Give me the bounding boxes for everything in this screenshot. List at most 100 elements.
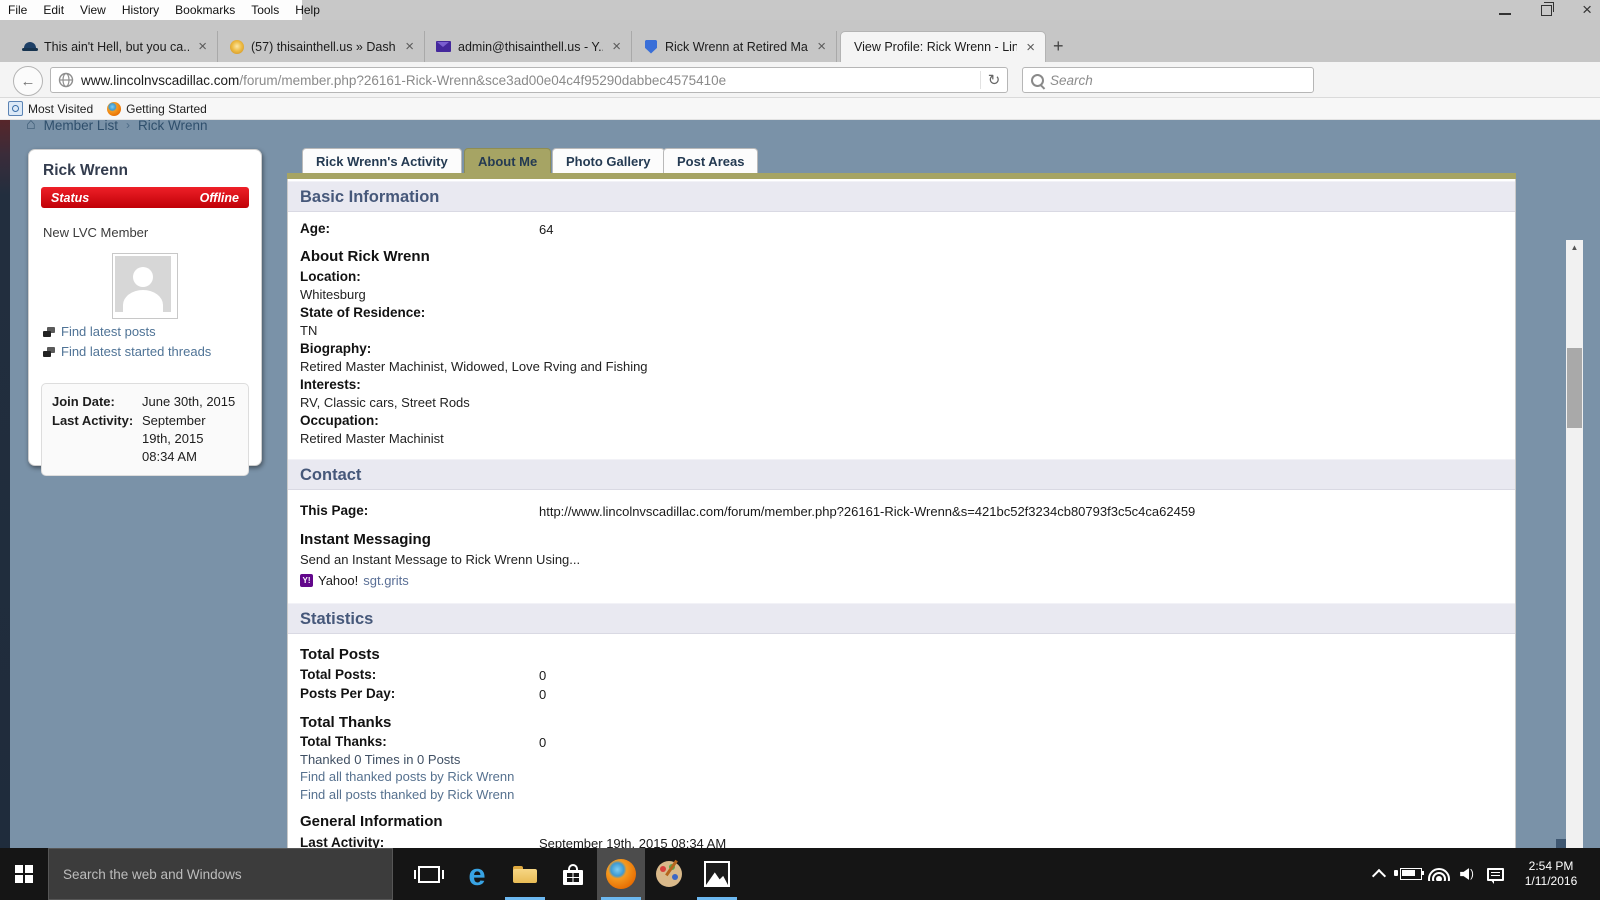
find-latest-threads-link[interactable]: Find latest started threads xyxy=(43,344,249,359)
tab-activity[interactable]: Rick Wrenn's Activity xyxy=(302,148,462,173)
photos-icon xyxy=(704,861,730,887)
tab-close-icon[interactable]: × xyxy=(609,38,624,55)
browser-tab-4[interactable]: Rick Wrenn at Retired Mas... × xyxy=(636,31,837,62)
last-activity-label: Last Activity: xyxy=(52,413,134,428)
task-view-button[interactable] xyxy=(405,848,453,900)
menu-tools[interactable]: Tools xyxy=(251,3,279,17)
tab-photo-gallery[interactable]: Photo Gallery xyxy=(552,148,665,173)
start-button[interactable] xyxy=(0,848,48,900)
status-banner: Status Offline xyxy=(41,187,249,208)
bookmark-most-visited[interactable]: Most Visited xyxy=(8,101,93,116)
interests-label: Interests: xyxy=(300,377,361,392)
member-title: New LVC Member xyxy=(43,225,149,240)
yahoo-label: Yahoo! xyxy=(318,573,359,588)
back-button[interactable]: ← xyxy=(13,66,43,96)
section-header-contact: Contact xyxy=(288,459,1515,490)
interests-value: RV, Classic cars, Street Rods xyxy=(300,395,470,410)
wifi-icon[interactable] xyxy=(1426,848,1452,900)
this-page-url: http://www.lincolnvscadillac.com/forum/m… xyxy=(539,504,1196,519)
menu-bar: File Edit View History Bookmarks Tools H… xyxy=(0,0,320,20)
state-value: TN xyxy=(300,323,318,338)
tab-close-icon[interactable]: × xyxy=(402,38,417,55)
tab-post-areas[interactable]: Post Areas xyxy=(663,148,759,173)
location-label: Location: xyxy=(300,269,361,284)
new-tab-button[interactable]: + xyxy=(1053,36,1064,57)
taskbar-clock[interactable]: 2:54 PM 1/11/2016 xyxy=(1508,859,1594,889)
scroll-up-icon[interactable]: ▲ xyxy=(1566,240,1583,255)
tab-about-me[interactable]: About Me xyxy=(464,148,552,173)
menu-edit[interactable]: Edit xyxy=(43,3,64,17)
window-titlebar: File Edit View History Bookmarks Tools H… xyxy=(0,0,1600,20)
menu-bookmarks[interactable]: Bookmarks xyxy=(175,3,235,17)
instant-messaging-subheader: Instant Messaging xyxy=(300,531,431,548)
yahoo-handle-link[interactable]: sgt.grits xyxy=(363,573,409,588)
total-posts-subheader: Total Posts xyxy=(300,646,380,663)
total-thanks-subheader: Total Thanks xyxy=(300,714,392,731)
restore-button[interactable] xyxy=(1541,1,1555,16)
menu-file[interactable]: File xyxy=(8,3,27,17)
profile-content-panel: Basic Information Age: 64 About Rick Wre… xyxy=(287,179,1516,848)
photos-app-button[interactable] xyxy=(693,848,741,900)
close-window-button[interactable]: × xyxy=(1582,1,1592,18)
windows-logo-icon xyxy=(15,865,33,883)
search-input[interactable]: Search xyxy=(1022,67,1314,93)
search-icon xyxy=(1031,73,1044,87)
general-information-subheader: General Information xyxy=(300,813,443,830)
browser-tab-active[interactable]: View Profile: Rick Wrenn - Linc... × xyxy=(840,31,1046,62)
find-latest-posts-link[interactable]: Find latest posts xyxy=(43,324,249,339)
biography-value: Retired Master Machinist, Widowed, Love … xyxy=(300,359,648,374)
tab-close-icon[interactable]: × xyxy=(195,38,210,55)
tab-title: View Profile: Rick Wrenn - Linc... xyxy=(854,40,1018,54)
tab-close-icon[interactable]: × xyxy=(1023,39,1038,56)
paint-app-button[interactable] xyxy=(645,848,693,900)
store-app-button[interactable] xyxy=(549,848,597,900)
firefox-app-icon xyxy=(606,859,636,889)
link-label: Find latest started threads xyxy=(61,344,212,359)
battery-icon[interactable] xyxy=(1392,848,1426,900)
occupation-label: Occupation: xyxy=(300,413,379,428)
posts-icon xyxy=(43,326,55,337)
scrollbar-thumb[interactable] xyxy=(1567,348,1582,428)
total-thanks-value: 0 xyxy=(539,735,547,750)
firefox-icon xyxy=(107,101,122,116)
biography-label: Biography: xyxy=(300,341,372,356)
join-date-label: Join Date: xyxy=(52,394,115,409)
menu-view[interactable]: View xyxy=(80,3,106,17)
minimize-button[interactable] xyxy=(1499,13,1512,15)
yahoo-row: Y! Yahoo! sgt.grits xyxy=(300,573,409,588)
clock-time: 2:54 PM xyxy=(1528,859,1574,873)
file-explorer-button[interactable] xyxy=(501,848,549,900)
find-thanked-posts-link[interactable]: Find all thanked posts by Rick Wrenn xyxy=(300,769,514,784)
globe-icon xyxy=(58,72,74,88)
home-breadcrumb-icon[interactable]: ⌂ xyxy=(26,120,36,134)
menu-help[interactable]: Help xyxy=(295,3,320,17)
edge-app-button[interactable]: e xyxy=(453,848,501,900)
yahoo-icon: Y! xyxy=(300,574,313,587)
menu-history[interactable]: History xyxy=(122,3,159,17)
taskbar-search-input[interactable]: Search the web and Windows xyxy=(48,848,393,900)
breadcrumb-member-list[interactable]: Member List xyxy=(44,120,118,133)
tray-chevron-up-icon[interactable] xyxy=(1366,848,1392,900)
browser-tab-2[interactable]: (57) thisainthell.us » Dash... × xyxy=(222,31,425,62)
store-icon xyxy=(563,863,583,885)
reload-button[interactable]: ↻ xyxy=(980,71,1007,89)
bookmark-getting-started[interactable]: Getting Started xyxy=(107,101,207,116)
taskbar-search-placeholder: Search the web and Windows xyxy=(63,866,242,882)
total-posts-value: 0 xyxy=(539,668,547,683)
tab-close-icon[interactable]: × xyxy=(814,38,829,55)
volume-icon[interactable]: ) xyxy=(1452,848,1482,900)
navigation-toolbar: ← www.lincolnvscadillac.com/forum/member… xyxy=(0,62,1600,153)
back-arrow-icon: ← xyxy=(20,72,36,90)
url-bar[interactable]: www.lincolnvscadillac.com/forum/member.p… xyxy=(50,67,1008,93)
action-center-icon[interactable] xyxy=(1482,848,1508,900)
bookmark-label: Getting Started xyxy=(126,101,207,116)
firefox-app-button[interactable] xyxy=(597,848,645,900)
browser-tab-1[interactable]: This ain't Hell, but you ca... × xyxy=(15,31,218,62)
find-posts-thanked-link[interactable]: Find all posts thanked by Rick Wrenn xyxy=(300,787,514,802)
tab-title: (57) thisainthell.us » Dash... xyxy=(251,39,397,54)
browser-tab-3[interactable]: admin@thisainthell.us - Y... × xyxy=(429,31,632,62)
window-controls: × xyxy=(1499,0,1592,20)
scrollbar[interactable]: ▲ ▼ xyxy=(1566,240,1583,848)
this-page-label: This Page: xyxy=(300,503,369,518)
age-label: Age: xyxy=(300,221,330,236)
